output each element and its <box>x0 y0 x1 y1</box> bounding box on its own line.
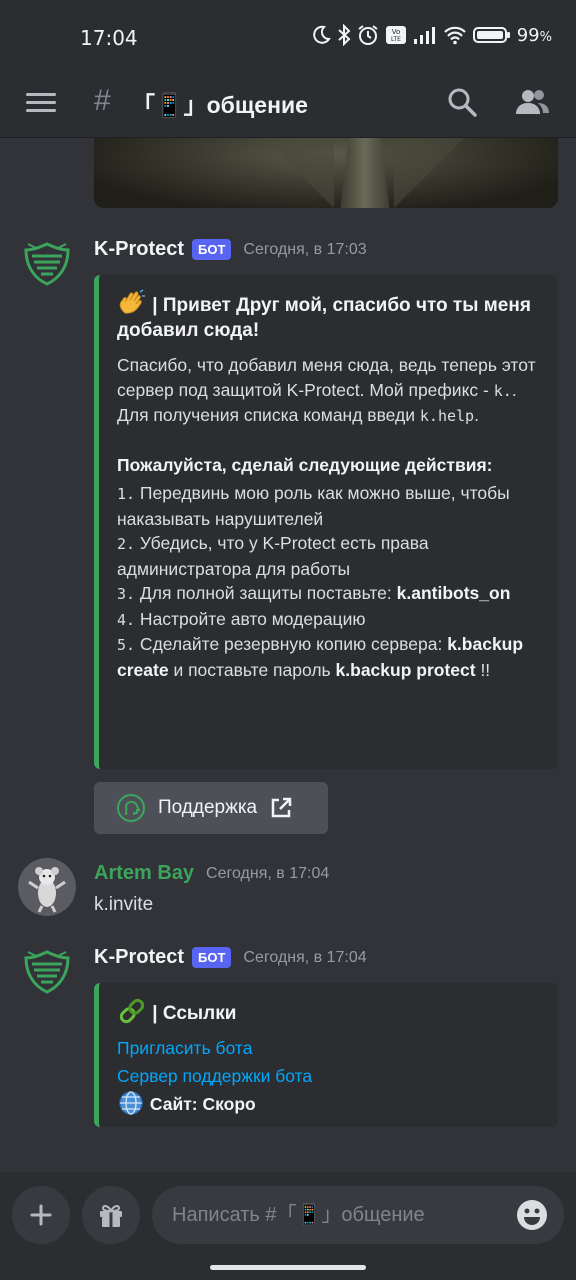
author-name[interactable]: K-Protect <box>94 946 184 969</box>
image-attachment[interactable] <box>94 138 558 208</box>
external-link-icon <box>271 797 292 818</box>
support-head-icon <box>117 794 145 822</box>
status-bar: 17:04 Vo LTE 99% <box>0 0 576 76</box>
invite-bot-link[interactable]: Пригласить бота <box>117 1034 542 1062</box>
bot-badge: БОТ <box>192 947 232 968</box>
embed-title: | Ссылки <box>117 997 542 1026</box>
support-button[interactable]: Поддержка <box>94 782 328 834</box>
author-name[interactable]: Artem Bay <box>94 862 194 885</box>
gift-button[interactable] <box>82 1186 140 1244</box>
status-icons: Vo LTE 99% <box>311 24 552 46</box>
gift-icon <box>100 1205 122 1227</box>
svg-text:Vo: Vo <box>391 28 400 36</box>
chain-link-icon <box>117 997 147 1025</box>
welcome-embed: | Привет Друг мой, спасибо что ты меня д… <box>94 275 558 769</box>
timestamp: Сегодня, в 17:04 <box>243 948 367 966</box>
shield-avatar-icon[interactable] <box>18 942 76 1000</box>
svg-text:LTE: LTE <box>391 36 401 43</box>
step-2: 2. Убедись, что у K-Protect есть права а… <box>117 533 429 579</box>
step-1: 1. Передвинь мою роль как можно выше, чт… <box>117 483 510 529</box>
embed-description: Спасибо, что добавил меня сюда, ведь теп… <box>117 353 542 682</box>
emoji-picker-icon[interactable] <box>516 1199 548 1231</box>
step-3: 3. Для полной защиты поставьте: k.antibo… <box>117 583 511 603</box>
embed-title: | Привет Друг мой, спасибо что ты меня д… <box>117 289 542 343</box>
user-avatar[interactable] <box>18 858 76 916</box>
message-header: K-Protect БОТ Сегодня, в 17:04 <box>94 946 367 969</box>
author-name[interactable]: K-Protect <box>94 238 184 261</box>
step-4: 4. Настройте авто модерацию <box>117 608 366 629</box>
message-text: k.invite <box>94 894 154 915</box>
rat-avatar-icon <box>18 858 76 916</box>
hash-icon: # <box>94 84 111 117</box>
wifi-icon <box>443 26 466 45</box>
message-input[interactable] <box>152 1186 564 1244</box>
bluetooth-icon <box>338 24 351 46</box>
links-embed: | Ссылки Пригласить бота Сервер поддержк… <box>94 983 558 1127</box>
battery-icon <box>472 27 510 43</box>
channel-title: 「📱」общение <box>132 92 308 118</box>
search-icon[interactable] <box>446 86 478 118</box>
menu-icon[interactable] <box>26 88 56 118</box>
step-5: 5. Сделайте резервную копию сервера: k.b… <box>117 634 524 680</box>
globe-icon <box>117 1090 145 1124</box>
add-attachment-button[interactable] <box>12 1186 70 1244</box>
signal-icon <box>413 27 435 44</box>
alarm-icon <box>358 25 378 45</box>
site-line: Сайт: Скоро <box>117 1090 542 1124</box>
channel-header: # 「📱」общение <box>0 76 576 138</box>
intro-paragraph: Спасибо, что добавил меня сюда, ведь теп… <box>117 355 536 425</box>
bot-badge: БОТ <box>192 239 232 260</box>
message-header: Artem Bay Сегодня, в 17:04 <box>94 862 329 885</box>
plus-icon <box>30 1204 52 1226</box>
timestamp: Сегодня, в 17:04 <box>206 864 330 882</box>
members-icon[interactable] <box>514 86 550 118</box>
support-server-link[interactable]: Сервер поддержки бота <box>117 1062 542 1090</box>
message-header: K-Protect БОТ Сегодня, в 17:03 <box>94 238 367 261</box>
moon-icon <box>312 25 331 44</box>
support-button-label: Поддержка <box>158 797 258 818</box>
waving-hand-icon <box>117 289 147 317</box>
composer-bar <box>0 1172 576 1280</box>
message-list[interactable]: K-Protect БОТ Сегодня, в 17:03 | Привет … <box>0 138 576 1172</box>
steps-list: 1. Передвинь мою роль как можно выше, чт… <box>117 481 542 682</box>
timestamp: Сегодня, в 17:03 <box>243 240 367 258</box>
steps-heading: Пожалуйста, сделай следующие действия: <box>117 454 493 475</box>
home-indicator[interactable] <box>210 1265 366 1270</box>
battery-level: 99% <box>516 24 552 46</box>
volte-icon: VoLTE <box>385 26 406 44</box>
shield-avatar-icon[interactable] <box>18 234 76 292</box>
status-time: 17:04 <box>80 26 138 50</box>
